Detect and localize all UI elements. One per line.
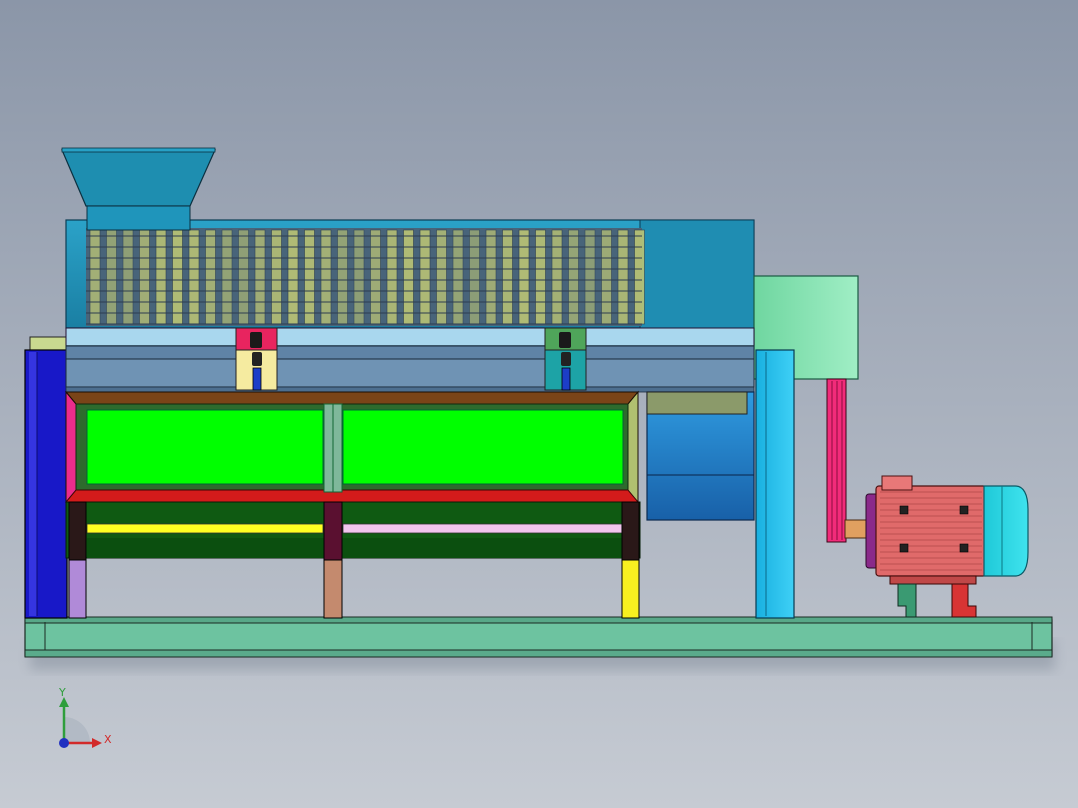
mesh-bar xyxy=(370,229,381,325)
lower-rail[interactable] xyxy=(65,345,755,393)
mesh-bar xyxy=(106,229,117,325)
mesh-bar xyxy=(601,229,612,325)
mesh-bar xyxy=(89,229,101,325)
triad-x-label: X xyxy=(104,733,112,746)
mesh-bar xyxy=(634,229,645,325)
mesh-bar xyxy=(386,229,398,325)
mesh-bar xyxy=(271,229,282,325)
mesh-bar xyxy=(419,229,431,325)
screen-panel-right[interactable] xyxy=(342,409,624,485)
mesh-bar xyxy=(337,229,348,325)
cad-viewport[interactable]: Y X xyxy=(0,0,1078,808)
mesh-bar xyxy=(304,229,315,325)
screen-drum[interactable] xyxy=(65,219,755,329)
base-channel[interactable] xyxy=(24,616,1053,658)
mesh-bar xyxy=(551,229,563,325)
frame-lower-section[interactable] xyxy=(65,501,641,559)
mesh-bar xyxy=(353,229,365,325)
mesh-bar xyxy=(568,229,579,325)
mesh-bar xyxy=(205,229,216,325)
mesh-bar xyxy=(221,229,233,325)
mesh-bar xyxy=(436,229,447,325)
mesh-bar xyxy=(469,229,480,325)
mesh-bar xyxy=(502,229,513,325)
mesh-bar xyxy=(254,229,266,325)
triad-y-label: Y xyxy=(59,686,66,699)
mesh-bar xyxy=(238,229,249,325)
drum-mesh xyxy=(86,228,645,326)
mesh-bar xyxy=(320,229,332,325)
side-chute[interactable] xyxy=(646,391,755,521)
screen-panel-left[interactable] xyxy=(86,409,324,485)
right-support-post[interactable] xyxy=(755,349,795,619)
upper-rail[interactable] xyxy=(65,327,755,347)
mesh-bar xyxy=(485,229,497,325)
mesh-bar xyxy=(287,229,299,325)
mesh-bar xyxy=(139,229,150,325)
electric-motor[interactable] xyxy=(865,475,1029,577)
bearing-block-right[interactable] xyxy=(544,327,587,391)
model-view[interactable] xyxy=(0,0,1078,808)
bearing-block-left[interactable] xyxy=(235,327,278,391)
mesh-bar xyxy=(535,229,546,325)
mesh-bar xyxy=(155,229,167,325)
mesh-bar xyxy=(403,229,414,325)
mesh-bar xyxy=(452,229,464,325)
coordinate-triad: Y X xyxy=(50,685,120,755)
mesh-bar xyxy=(584,229,596,325)
mesh-bar xyxy=(188,229,200,325)
mesh-bar xyxy=(617,229,629,325)
left-end-plate[interactable] xyxy=(24,336,69,619)
mesh-bar xyxy=(518,229,530,325)
mesh-bar xyxy=(122,229,134,325)
mesh-bar xyxy=(172,229,183,325)
